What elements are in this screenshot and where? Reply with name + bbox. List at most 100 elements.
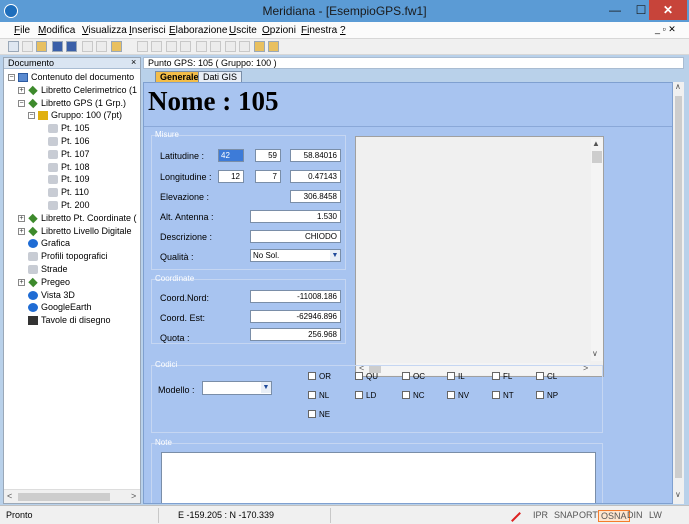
menu-help[interactable]: ? <box>340 25 346 36</box>
tree-hscrollbar[interactable]: < > <box>4 489 140 503</box>
menu-uscite[interactable]: Uscite <box>229 25 257 36</box>
tree-item[interactable]: + Libretto Pt. Coordinate ( <box>4 212 140 225</box>
description-input[interactable]: CHIODO <box>250 230 341 243</box>
menu-file[interactable]: File <box>14 25 30 36</box>
menu-modifica[interactable]: Modifica <box>38 25 75 36</box>
cut-icon[interactable] <box>137 41 148 52</box>
expand-icon[interactable]: + <box>18 214 25 222</box>
latitude-seconds-input[interactable]: 58.84016 <box>290 149 341 162</box>
checkbox-box[interactable] <box>447 372 455 380</box>
longitude-minutes-input[interactable]: 7 <box>255 170 281 183</box>
tab-generale[interactable]: Generale <box>155 71 204 82</box>
sort-icon[interactable] <box>180 41 191 52</box>
tree-item[interactable]: Pt. 107 <box>4 148 140 161</box>
checkbox-box[interactable] <box>402 372 410 380</box>
longitude-seconds-input[interactable]: 0.47143 <box>290 170 341 183</box>
tree-item[interactable]: Profili topografici <box>4 250 140 263</box>
tree-item[interactable]: Pt. 105 <box>4 122 140 136</box>
checkbox-box[interactable] <box>308 410 316 418</box>
checkbox-box[interactable] <box>355 391 363 399</box>
tree-item[interactable]: GoogleEarth <box>4 301 140 314</box>
new-icon[interactable] <box>8 41 19 52</box>
status-flag-lw[interactable]: LW <box>649 510 662 520</box>
tree-item[interactable]: Pt. 106 <box>4 135 140 148</box>
form-vscrollbar[interactable]: ∧ ∨ <box>673 82 684 504</box>
code-checkbox[interactable]: NP <box>536 390 576 402</box>
status-flag-snap[interactable]: SNAP <box>554 510 579 520</box>
quality-select[interactable]: No Sol. ▼ <box>250 249 341 262</box>
function-icon[interactable] <box>166 41 177 52</box>
copy-icon[interactable] <box>82 41 93 52</box>
preview-vscroll-thumb[interactable] <box>592 151 602 163</box>
checkbox-box[interactable] <box>536 372 544 380</box>
longitude-degrees-input[interactable]: 12 <box>218 170 244 183</box>
minimize-button[interactable]: — <box>602 0 628 20</box>
paste-icon[interactable] <box>96 41 107 52</box>
code-checkbox[interactable]: CL <box>536 371 576 383</box>
tree-item[interactable]: Pt. 109 <box>4 173 140 186</box>
tree-item[interactable]: Pt. 110 <box>4 186 140 199</box>
save-icon[interactable] <box>52 41 63 52</box>
tree-item[interactable]: Strade <box>4 263 140 276</box>
latitude-minutes-input[interactable]: 59 <box>255 149 281 162</box>
checkbox-box[interactable] <box>402 391 410 399</box>
expand-icon[interactable]: + <box>18 86 25 94</box>
code-checkbox[interactable]: NV <box>447 390 487 402</box>
code-checkbox[interactable]: NT <box>492 390 532 402</box>
tree-item[interactable]: Pt. 108 <box>4 161 140 174</box>
menu-finestra[interactable]: Finestra <box>301 25 337 36</box>
model-select[interactable]: ▼ <box>202 381 272 395</box>
scroll-left-icon[interactable]: < <box>7 491 12 501</box>
filter-icon[interactable] <box>254 41 265 52</box>
chevron-down-icon[interactable]: ▼ <box>330 250 340 261</box>
checkbox-box[interactable] <box>492 372 500 380</box>
scroll-down-icon[interactable]: ∨ <box>592 349 598 358</box>
code-checkbox[interactable]: OC <box>402 371 442 383</box>
open-icon[interactable] <box>22 41 33 52</box>
close-button[interactable]: ✕ <box>649 0 687 20</box>
east-coord-input[interactable]: -62946.896 <box>250 310 341 323</box>
tab-dati-gis[interactable]: Dati GIS <box>198 71 243 82</box>
status-flag-osna[interactable]: OSNA <box>598 510 630 522</box>
tree-item[interactable]: Tavole di disegno <box>4 314 140 327</box>
latitude-degrees-input[interactable]: 42 <box>218 149 244 162</box>
scroll-down-icon[interactable]: ∨ <box>675 490 681 499</box>
expand-icon[interactable]: + <box>18 227 25 235</box>
code-checkbox[interactable]: IL <box>447 371 487 383</box>
checkbox-box[interactable] <box>308 391 316 399</box>
tree-item[interactable]: − Gruppo: 100 (7pt) <box>4 109 140 122</box>
map-preview[interactable]: ▲ ∨ < > <box>355 136 604 377</box>
code-checkbox[interactable]: FL <box>492 371 532 383</box>
folder-icon[interactable] <box>36 41 47 52</box>
expand-icon[interactable]: + <box>18 278 25 286</box>
scroll-up-icon[interactable]: ∧ <box>675 82 681 91</box>
tree-item[interactable]: − Libretto GPS (1 Grp.) <box>4 97 140 110</box>
menu-opzioni[interactable]: Opzioni <box>262 25 296 36</box>
tree-item[interactable]: − Contenuto del documento <box>4 71 140 84</box>
code-checkbox[interactable]: LD <box>355 390 395 402</box>
chevron-down-icon[interactable]: ▼ <box>261 382 271 393</box>
tree-item[interactable]: + Libretto Celerimetrico (1 <box>4 84 140 97</box>
antenna-height-input[interactable]: 1.530 <box>250 210 341 223</box>
scroll-up-icon[interactable]: ▲ <box>592 139 600 148</box>
tree-item[interactable]: + Libretto Livello Digitale <box>4 225 140 238</box>
form-vscroll-thumb[interactable] <box>675 96 682 478</box>
graph-icon[interactable] <box>151 41 162 52</box>
edit-icon[interactable] <box>268 41 279 52</box>
code-checkbox[interactable]: NC <box>402 390 442 402</box>
menu-visualizza[interactable]: Visualizza <box>82 25 127 36</box>
checkbox-box[interactable] <box>308 372 316 380</box>
checkbox-box[interactable] <box>355 372 363 380</box>
tree-item[interactable]: Pt. 200 <box>4 199 140 212</box>
find-icon[interactable] <box>196 41 207 52</box>
scroll-thumb[interactable] <box>18 493 110 501</box>
replace-icon[interactable] <box>225 41 236 52</box>
scroll-right-icon[interactable]: > <box>131 491 136 501</box>
find-next-icon[interactable] <box>210 41 221 52</box>
elevation-input[interactable]: 306.8458 <box>290 190 341 203</box>
collapse-icon[interactable]: − <box>28 112 35 120</box>
collapse-icon[interactable]: − <box>18 99 25 107</box>
tree-item[interactable]: + Pregeo <box>4 276 140 289</box>
open-folder-icon[interactable] <box>111 41 122 52</box>
menu-inserisci[interactable]: Inserisci <box>129 25 166 36</box>
